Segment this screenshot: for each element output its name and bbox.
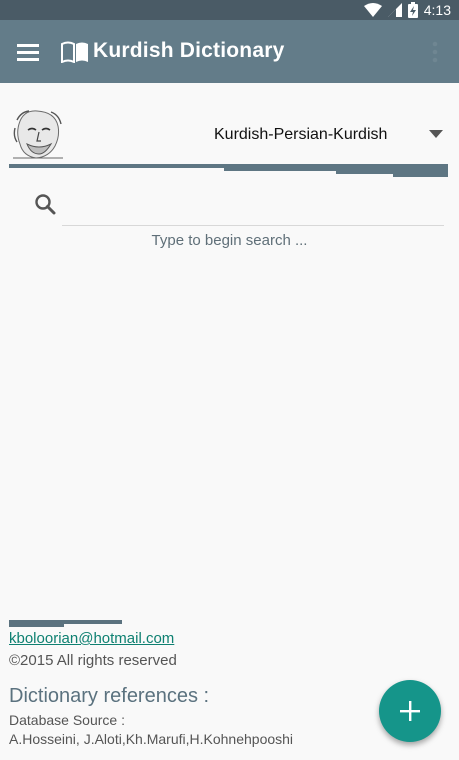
add-button[interactable] (379, 680, 441, 742)
header-divider-step-3 (393, 174, 448, 177)
status-bar: 4:13 (0, 0, 459, 20)
footer-divider-step (9, 624, 64, 627)
battery-charging-icon (407, 2, 418, 18)
dictionary-selector[interactable]: Kurdish-Persian-Kurdish (180, 118, 450, 152)
database-source-label: Database Source : (9, 712, 125, 728)
search-input[interactable] (62, 187, 444, 226)
wifi-icon (363, 3, 382, 17)
status-time: 4:13 (423, 2, 451, 18)
dictionary-selector-value: Kurdish-Persian-Kurdish (214, 126, 388, 143)
database-source-authors: A.Hosseini, J.Aloti,Kh.Marufi,H.Kohnehpo… (9, 731, 294, 747)
overflow-icon[interactable] (426, 39, 444, 65)
dropdown-caret-icon (429, 130, 443, 138)
copyright-text: ©2015 All rights reserved (9, 652, 177, 669)
avatar (13, 110, 63, 159)
app-title: Kurdish Dictionary (93, 39, 285, 62)
book-icon (61, 41, 88, 63)
signal-icon (387, 3, 402, 17)
menu-icon[interactable] (13, 40, 45, 64)
email-link[interactable]: kboloorian@hotmail.com (9, 630, 174, 647)
search-hint: Type to begin search ... (151, 232, 308, 249)
references-title: Dictionary references : (9, 685, 210, 707)
app-bar: Kurdish Dictionary (0, 20, 459, 83)
plus-icon (400, 701, 420, 721)
status-icons: 4:13 (363, 0, 451, 20)
search-icon (35, 194, 56, 215)
